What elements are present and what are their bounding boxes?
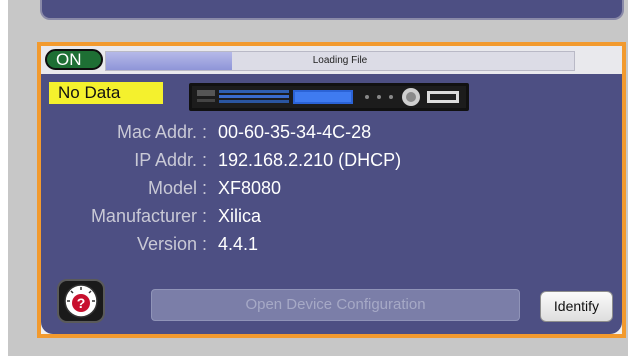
version-value: 4.4.1 [218,234,259,254]
loading-progress-bar: Loading File [105,51,575,71]
model-label: Model : [147,178,207,198]
svg-text:?: ? [77,295,86,311]
loading-label: Loading File [312,55,368,66]
info-row-version: Version : 4.4.1 [41,234,622,258]
manufacturer-label: Manufacturer : [90,206,207,226]
info-row-mac: Mac Addr. : 00-60-35-34-4C-28 [41,122,622,146]
identify-button[interactable]: Identify [540,291,613,322]
model-value: XF8080 [218,178,282,198]
info-row-ip: IP Addr. : 192.168.2.210 (DHCP) [41,150,622,174]
question-mark-gauge-icon: ? [64,284,98,318]
status-badge: No Data [49,82,163,104]
device-card[interactable]: ON Loading File No Data Mac Addr. : 00-6… [37,42,626,338]
device-rack-image [189,83,469,111]
version-label: Version : [136,234,207,254]
device-header-strip: ON Loading File [41,46,622,74]
info-row-model: Model : XF8080 [41,178,622,202]
power-toggle[interactable]: ON [45,49,103,70]
manufacturer-value: Xilica [218,206,262,226]
help-gauge-icon[interactable]: ? [57,279,105,323]
open-device-configuration-button[interactable]: Open Device Configuration [151,289,520,321]
mac-address-value: 00-60-35-34-4C-28 [218,122,372,142]
ip-address-value: 192.168.2.210 (DHCP) [218,150,402,170]
previous-device-panel [40,0,624,20]
ip-address-label: IP Addr. : [134,150,207,170]
info-row-manufacturer: Manufacturer : Xilica [41,206,622,230]
mac-address-label: Mac Addr. : [116,122,207,142]
